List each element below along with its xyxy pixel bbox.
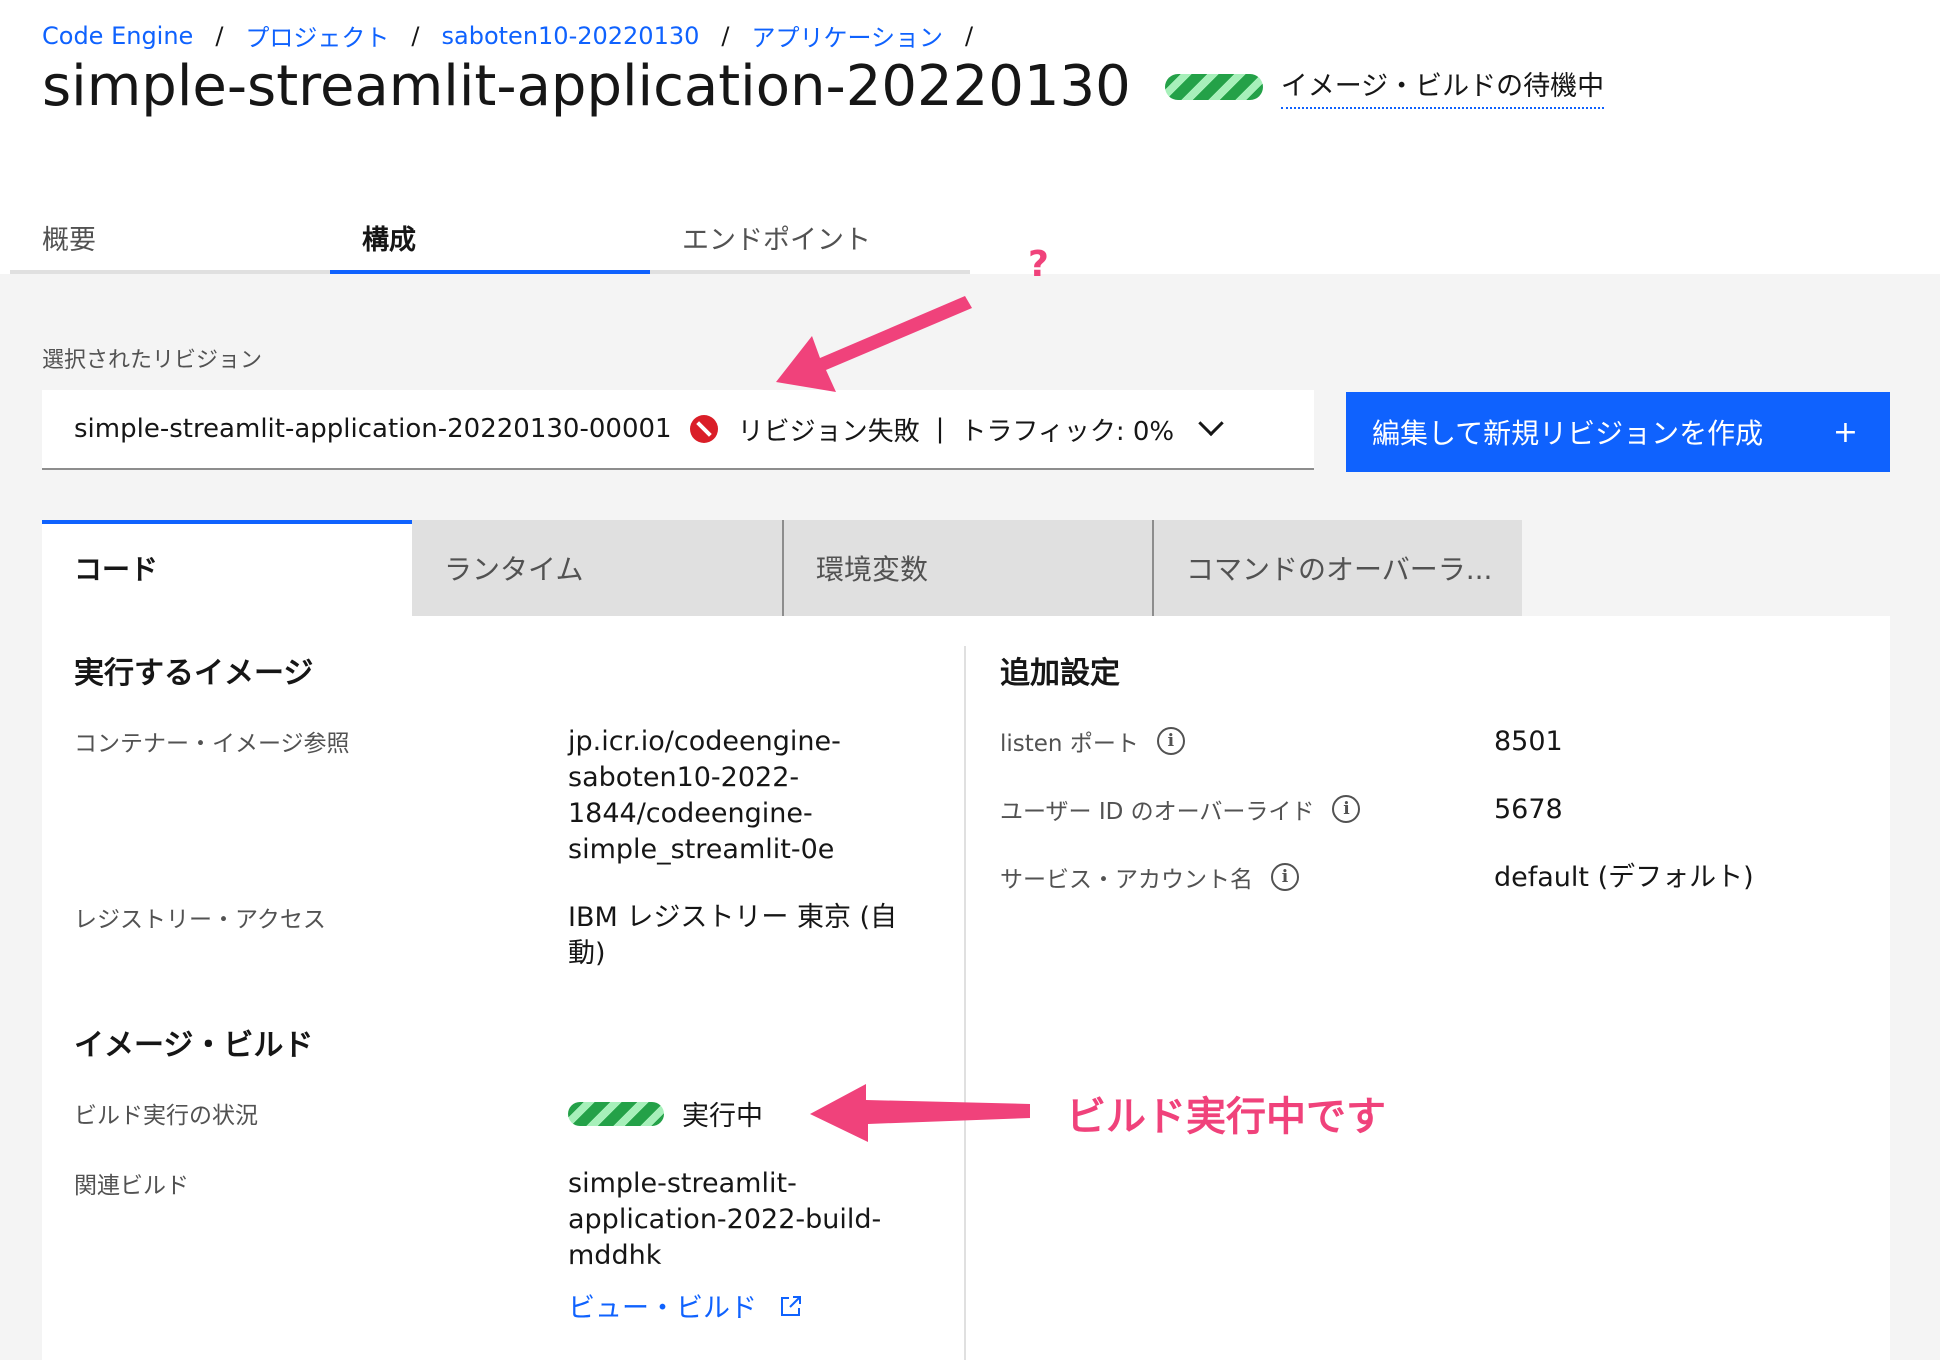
tab-runtime[interactable]: ランタイム [412, 520, 782, 616]
create-revision-label: 編集して新規リビジョンを作成 [1372, 417, 1764, 450]
info-icon[interactable]: i [1271, 863, 1299, 891]
container-image-line: simple_streamlit-0e [568, 834, 835, 865]
image-build-heading: イメージ・ビルド [74, 1028, 314, 1063]
additional-settings-heading: 追加設定 [1000, 656, 1120, 691]
service-account-label-text: サービス・アカウント名 [1000, 867, 1253, 893]
header-area: Code Engine / プロジェクト / saboten10-2022013… [0, 0, 1940, 274]
container-image-value: jp.icr.io/codeengine- saboten10-2022- 18… [568, 724, 948, 868]
breadcrumb-code-engine[interactable]: Code Engine [42, 22, 193, 50]
container-image-label: コンテナー・イメージ参照 [74, 731, 350, 757]
revision-separator: | [935, 414, 945, 444]
chevron-down-icon [1198, 410, 1224, 437]
breadcrumb-projects[interactable]: プロジェクト [245, 18, 389, 53]
breadcrumb-separator: / [721, 21, 730, 50]
tab-command-overrides[interactable]: コマンドのオーバーラ... [1152, 520, 1522, 616]
revision-label: 選択されたリビジョン [42, 348, 263, 373]
view-build-label: ビュー・ビルド [568, 1293, 757, 1324]
annotation-build-running: ビルド実行中です [1066, 1094, 1386, 1140]
code-panel: 実行するイメージ コンテナー・イメージ参照 jp.icr.io/codeengi… [42, 616, 1890, 1360]
related-build-line: mddhk [568, 1240, 662, 1271]
error-icon [689, 415, 718, 443]
running-status-icon [568, 1101, 664, 1126]
breadcrumb-separator: / [965, 21, 974, 50]
content-tabs: コード ランタイム 環境変数 コマンドのオーバーラ... [42, 520, 1522, 616]
listen-port-value: 8501 [1494, 726, 1563, 757]
page-title: simple-streamlit-application-20220130 [42, 54, 1131, 119]
breadcrumb-applications[interactable]: アプリケーション [751, 18, 943, 53]
breadcrumb-separator: / [411, 21, 420, 50]
image-heading: 実行するイメージ [74, 656, 314, 691]
registry-line: IBM レジストリー 東京 (自 [568, 902, 898, 933]
listen-port-label: listen ポート i [1000, 724, 1185, 758]
user-id-label: ユーザー ID のオーバーライド i [1000, 792, 1361, 826]
info-icon[interactable]: i [1156, 727, 1185, 755]
page-tabs: 概要 構成 エンドポイント [10, 206, 970, 274]
registry-line: 動) [568, 938, 606, 969]
tab-endpoints[interactable]: エンドポイント [650, 206, 970, 274]
annotation-question-mark: ? [1028, 244, 1049, 285]
external-link-icon [781, 1295, 801, 1316]
breadcrumb: Code Engine / プロジェクト / saboten10-2022013… [42, 18, 995, 53]
title-row: simple-streamlit-application-20220130 イメ… [42, 54, 1605, 119]
user-id-label-text: ユーザー ID のオーバーライド [1000, 799, 1315, 825]
user-id-value: 5678 [1494, 794, 1563, 825]
plus-icon: + [1832, 414, 1858, 450]
registry-access-value: IBM レジストリー 東京 (自 動) [568, 900, 948, 972]
container-image-line: saboten10-2022- [568, 762, 800, 793]
service-account-value: default (デフォルト) [1494, 862, 1754, 893]
build-status-value: 実行中 [682, 1101, 763, 1132]
registry-access-label: レジストリー・アクセス [74, 907, 326, 933]
revision-dropdown[interactable]: simple-streamlit-application-20220130-00… [42, 390, 1314, 470]
create-revision-button[interactable]: 編集して新規リビジョンを作成 + [1346, 392, 1890, 472]
info-icon[interactable]: i [1332, 795, 1361, 823]
build-status: 実行中 [568, 1094, 763, 1133]
container-image-line: jp.icr.io/codeengine- [568, 726, 841, 757]
container-image-line: 1844/codeengine- [568, 798, 813, 829]
related-build-label: 関連ビルド [74, 1173, 189, 1199]
tab-code[interactable]: コード [42, 520, 412, 616]
status-text[interactable]: イメージ・ビルドの待機中 [1280, 64, 1605, 109]
pending-status-icon [1164, 73, 1263, 100]
related-build-line: application-2022-build- [568, 1204, 882, 1235]
tab-overview[interactable]: 概要 [10, 206, 330, 274]
build-status-label: ビルド実行の状況 [74, 1103, 258, 1129]
view-build-link[interactable]: ビュー・ビルド [568, 1286, 803, 1325]
listen-port-label-text: listen ポート [1000, 731, 1139, 757]
tab-env-vars[interactable]: 環境変数 [782, 520, 1152, 616]
tab-configuration[interactable]: 構成 [330, 206, 650, 274]
revision-status: リビジョン失敗 [737, 416, 920, 447]
breadcrumb-separator: / [215, 21, 224, 50]
revision-name: simple-streamlit-application-20220130-00… [74, 414, 672, 444]
breadcrumb-project[interactable]: saboten10-20220130 [442, 22, 700, 50]
revision-traffic: トラフィック: 0% [960, 416, 1175, 447]
related-build-value: simple-streamlit- application-2022-build… [568, 1166, 948, 1274]
related-build-line: simple-streamlit- [568, 1168, 797, 1199]
service-account-label: サービス・アカウント名 i [1000, 860, 1299, 894]
column-divider [964, 646, 966, 1360]
